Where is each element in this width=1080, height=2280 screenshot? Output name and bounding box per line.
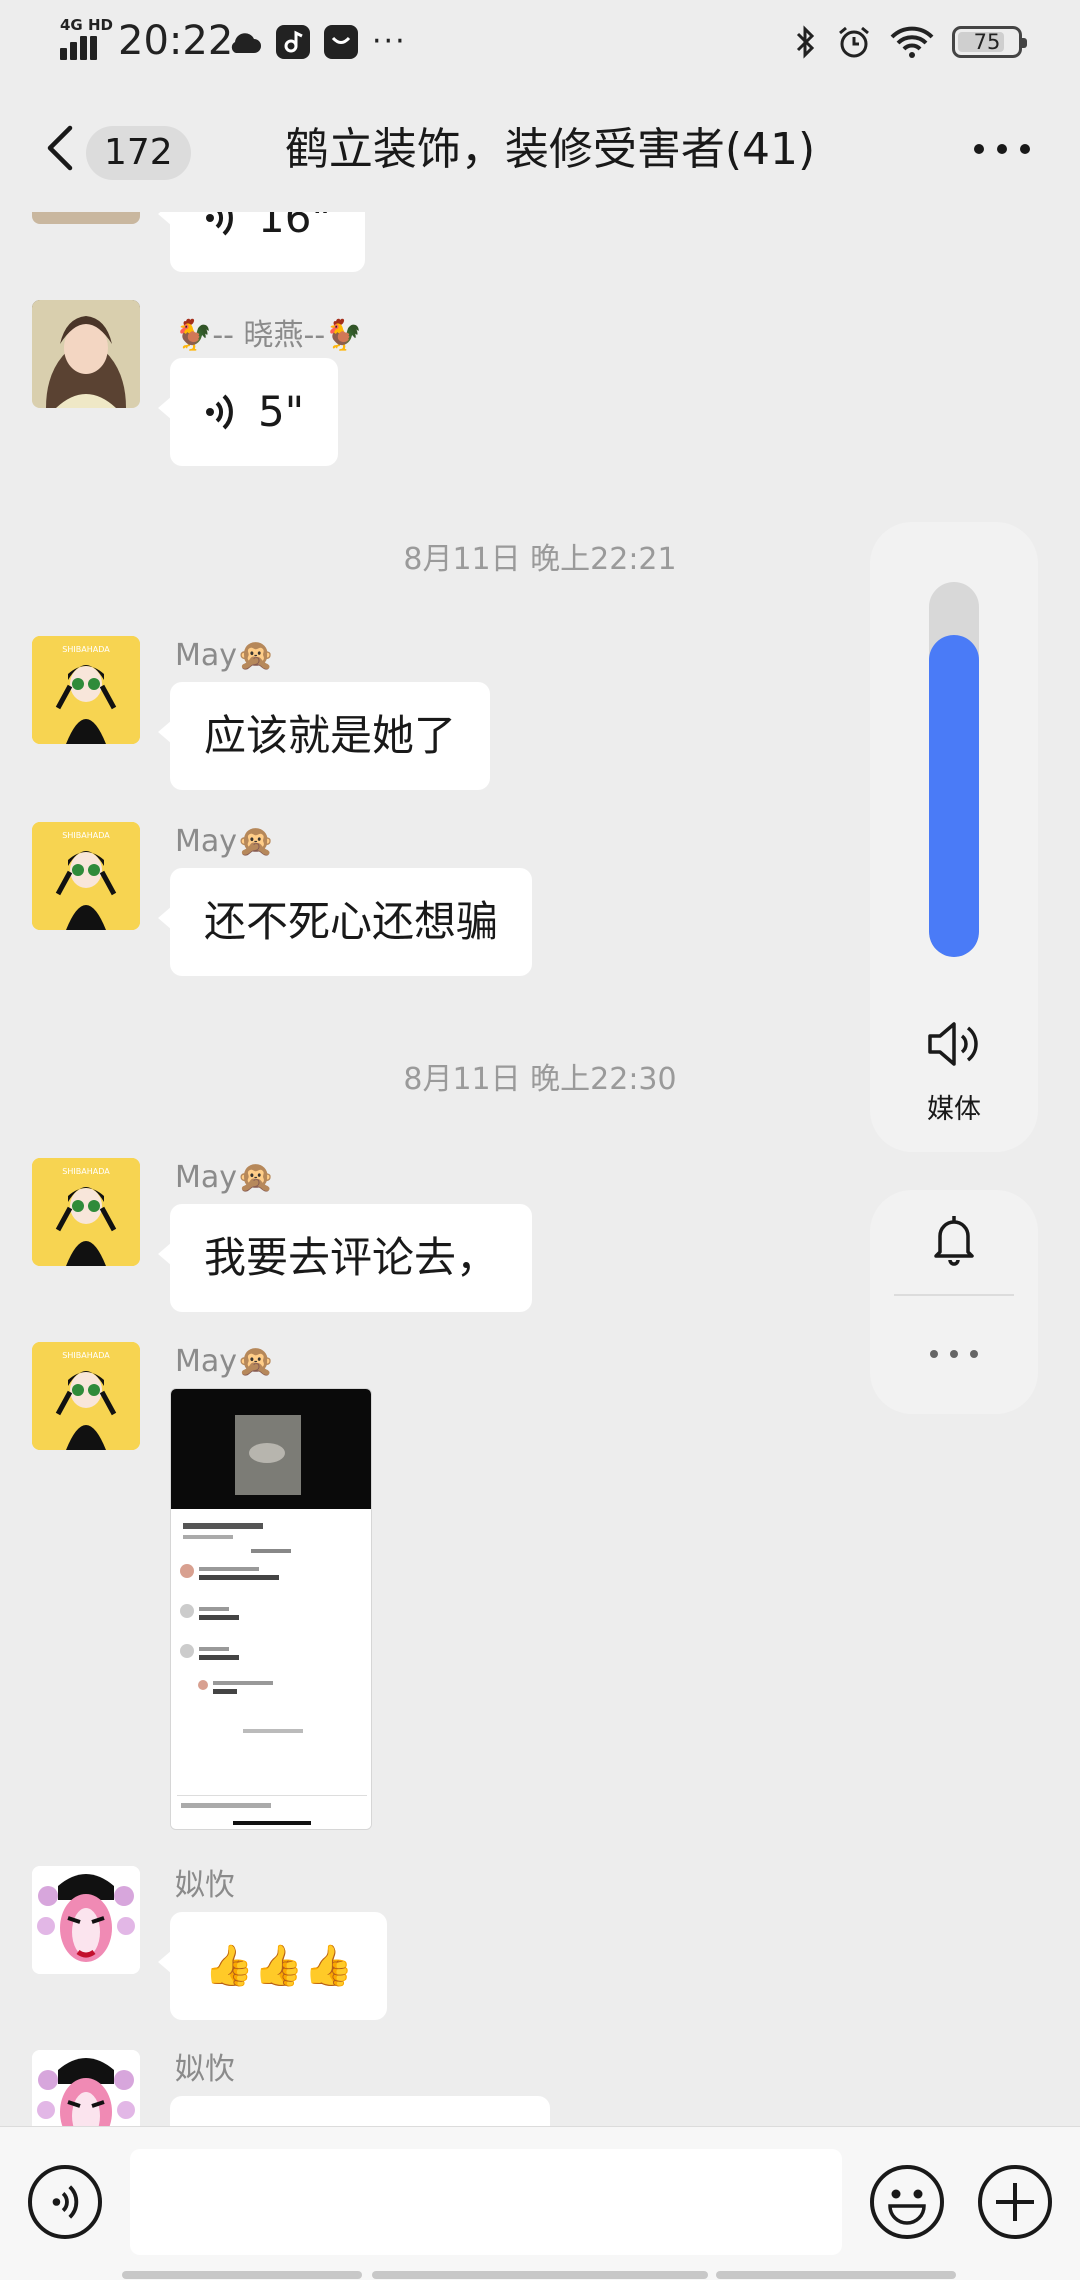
volume-stream-label: 媒体	[927, 1094, 981, 1125]
text-message-bubble[interactable]: 👍👍👍	[157, 1912, 388, 2020]
bell-icon[interactable]	[930, 1212, 978, 1268]
voice-message-bubble[interactable]: 5"	[157, 358, 339, 466]
message-text-input[interactable]	[130, 2149, 842, 2255]
status-time: 20:22	[118, 18, 234, 64]
sender-name: May🙊	[175, 1160, 275, 1195]
more-volume-options-icon[interactable]	[930, 1350, 978, 1360]
chat-title: 鹤立装饰，装修受害者(41)	[284, 124, 816, 175]
svg-text:SHIBAHADA: SHIBAHADA	[62, 1351, 110, 1360]
svg-text:SHIBAHADA: SHIBAHADA	[62, 645, 110, 654]
voice-wave-icon	[206, 394, 233, 430]
sender-name: May🙊	[175, 1344, 275, 1379]
svg-text:SHIBAHADA: SHIBAHADA	[62, 1167, 110, 1176]
more-functions-button[interactable]	[978, 2165, 1052, 2239]
volume-panel: 媒体	[870, 522, 1038, 1152]
cloud-icon	[231, 33, 261, 53]
sender-name: 姒忺	[175, 2052, 235, 2087]
sender-name: 姒忺	[175, 1868, 235, 1903]
voice-wave-icon	[206, 212, 233, 236]
rooster-emoji-icon: 🐓	[325, 318, 363, 353]
signal-icon	[60, 18, 104, 60]
avatar[interactable]: SHIBAHADA	[32, 1342, 140, 1450]
alarm-icon	[839, 26, 869, 58]
voice-message-bubble[interactable]: 16"	[158, 212, 365, 272]
avatar[interactable]	[32, 1866, 140, 1974]
rooster-emoji-icon: 🐓	[175, 318, 213, 353]
smiley-icon	[888, 2189, 926, 2225]
wifi-icon	[890, 26, 934, 58]
avatar[interactable]: SHIBAHADA	[32, 1158, 140, 1266]
gesture-bar	[122, 2271, 362, 2279]
more-options-icon[interactable]	[974, 144, 1030, 156]
sender-name: May🙊	[175, 638, 275, 673]
plus-icon	[996, 2183, 1034, 2221]
system-icons: 75	[794, 20, 1027, 64]
sender-name: May🙊	[175, 824, 275, 859]
battery-icon: 75	[952, 26, 1027, 58]
avatar[interactable]: SHIBAHADA	[32, 822, 140, 930]
voice-duration: 5"	[258, 387, 305, 436]
volume-options-panel	[870, 1190, 1038, 1414]
text-message-bubble[interactable]	[170, 2096, 550, 2126]
status-bar: 4G HD 20:22 ··· 75	[0, 0, 1080, 84]
volume-slider[interactable]	[929, 582, 979, 957]
text-message-bubble[interactable]: 我要去评论去，	[157, 1204, 533, 1312]
emoji-button[interactable]	[870, 2165, 944, 2239]
music-app-icon	[276, 25, 310, 59]
sender-name: 🐓-- 晓燕--🐓	[175, 318, 363, 353]
voice-duration: 16"	[258, 212, 331, 242]
chat-message-list[interactable]: 16" 🐓-- 晓燕--🐓 5" 8月11日 晚上22:21 SHIBAHADA…	[0, 212, 1080, 2126]
gesture-bar	[716, 2271, 956, 2279]
volume-level-fill	[929, 634, 979, 957]
back-arrow-icon[interactable]	[40, 122, 80, 174]
avatar[interactable]	[32, 300, 140, 408]
speaker-icon[interactable]	[926, 1018, 982, 1070]
image-message[interactable]	[170, 1388, 372, 1830]
message-input-bar	[0, 2126, 1080, 2280]
text-message-bubble[interactable]: 应该就是她了	[157, 682, 491, 790]
gesture-bar	[372, 2271, 708, 2279]
bluetooth-icon	[796, 25, 815, 59]
unread-count-badge[interactable]: 172	[86, 126, 191, 180]
screenshot-thumbnail	[171, 1389, 371, 1829]
battery-level: 75	[973, 30, 1001, 54]
avatar[interactable]: SHIBAHADA	[32, 636, 140, 744]
voice-input-button[interactable]	[28, 2165, 102, 2239]
divider	[894, 1294, 1014, 1296]
more-notifications-icon: ···	[372, 24, 407, 59]
avatar[interactable]	[32, 2050, 140, 2126]
shopping-app-icon	[324, 25, 358, 59]
notification-icons: ···	[228, 22, 407, 62]
avatar[interactable]	[32, 212, 140, 224]
svg-text:SHIBAHADA: SHIBAHADA	[62, 831, 110, 840]
chat-header: 172 鹤立装饰，装修受害者(41)	[0, 84, 1080, 212]
text-message-bubble[interactable]: 还不死心还想骗	[157, 868, 533, 976]
voice-wave-icon	[52, 2185, 79, 2219]
